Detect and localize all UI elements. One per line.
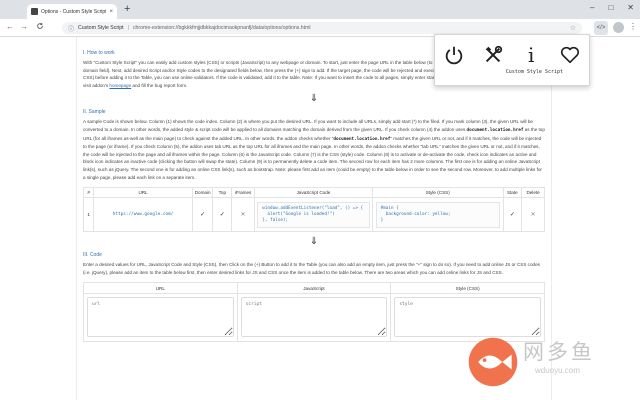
row-url[interactable]: https://www.google.com/ [93,197,193,233]
column-header: JavaScript [236,282,392,295]
info-icon[interactable]: i [519,43,543,67]
js-code-box[interactable]: window.addEventListener("load", () => { … [257,201,370,228]
address-bar[interactable]: ⓘ Custom Style Script | chrome-extension… [62,22,582,34]
browser-tab[interactable]: Options - Custom Style Script × [27,4,117,19]
column-header: iFrames [231,187,255,199]
popup-icon-row: i [435,35,589,69]
table-header-row: # URL Domain Top iFrames JavaScript Code… [82,187,545,199]
tab-title: Options - Custom Style Script [41,8,107,15]
extension-button[interactable]: </> [594,21,608,35]
watermark-text: 网多鱼 [523,340,595,364]
watermark: 网多鱼 wduoyu.com [463,332,633,396]
section-sample-title: II. Sample [83,109,106,116]
window-controls: – □ ✕ [590,3,634,12]
new-tab-button[interactable]: + [124,3,130,15]
url-input-cell [83,293,238,343]
table-row: 1 https://www.google.com/ ✓ ✓ ✕ window.a… [82,197,545,233]
profile-avatar[interactable] [613,22,624,33]
back-button[interactable]: ← [6,22,14,31]
reload-button[interactable] [36,22,44,32]
info-icon[interactable]: ⓘ [68,24,74,33]
top-check-icon[interactable]: ✓ [212,197,233,233]
watermark-url: wduoyu.com [535,366,580,375]
power-icon[interactable] [442,43,466,67]
iframes-cross-icon[interactable]: ✕ [231,197,255,233]
address-url: chrome-extension://bgkkkfmjjdbkkajdocima… [132,25,311,31]
column-header: Style (CSS) [372,187,504,199]
down-arrow-icon: ⇓ [309,93,319,105]
table-header-row: URL JavaScript Style (CSS) [83,282,545,295]
column-header: JavaScript Code [253,187,374,199]
close-window-button[interactable]: ✕ [627,3,634,12]
column-header: Domain [191,187,214,199]
address-separator: | [127,25,129,31]
domain-check-icon[interactable]: ✓ [191,197,214,233]
forward-button[interactable]: → [20,22,28,31]
tab-close-icon[interactable]: × [109,9,113,15]
bookmark-star-icon[interactable]: ☆ [570,24,576,32]
js-input-cell [236,293,392,343]
tab-strip: Options - Custom Style Script × + – □ ✕ [0,0,640,19]
column-header: # [82,187,95,199]
minimize-button[interactable]: – [590,3,594,12]
heart-icon[interactable] [558,43,582,67]
extension-popup: i Custom Style Script [434,34,590,86]
state-toggle-icon[interactable]: ✓ [502,197,523,233]
delete-icon[interactable]: ✕ [521,197,545,233]
url-input[interactable] [87,297,234,338]
section-sample-text: A sample Code is shown below. Column (1)… [83,119,545,180]
row-css-cell: #main { background-color: yellow; } [372,197,504,233]
address-site-name: Custom Style Script [78,25,124,31]
popup-caption: Custom Style Script [505,69,563,75]
reload-icon [37,22,43,29]
browser-menu-icon[interactable]: ⋮ [629,22,637,31]
column-header: Top [212,187,233,199]
column-header: URL [83,282,238,295]
homepage-link[interactable]: homepage [109,83,131,88]
fish-logo-icon [468,337,518,387]
css-code-box[interactable]: #main { background-color: yellow; } [375,201,500,228]
favicon-icon [31,8,38,15]
column-header: State [502,187,523,199]
javascript-input[interactable] [240,297,388,338]
tools-icon[interactable] [481,43,505,67]
maximize-button[interactable]: □ [608,3,613,12]
column-header: Delete [521,187,545,199]
down-arrow-icon: ⇓ [309,236,319,248]
row-js-cell: window.addEventListener("load", () => { … [253,197,374,233]
section-code-text: Enter a desired values for URL, JavaScri… [83,262,540,275]
row-index: 1 [82,197,95,233]
column-header: Style (CSS) [390,282,545,295]
sample-table: # URL Domain Top iFrames JavaScript Code… [82,187,545,233]
column-header: URL [93,187,193,199]
section-code-title: III. Code [83,252,102,259]
